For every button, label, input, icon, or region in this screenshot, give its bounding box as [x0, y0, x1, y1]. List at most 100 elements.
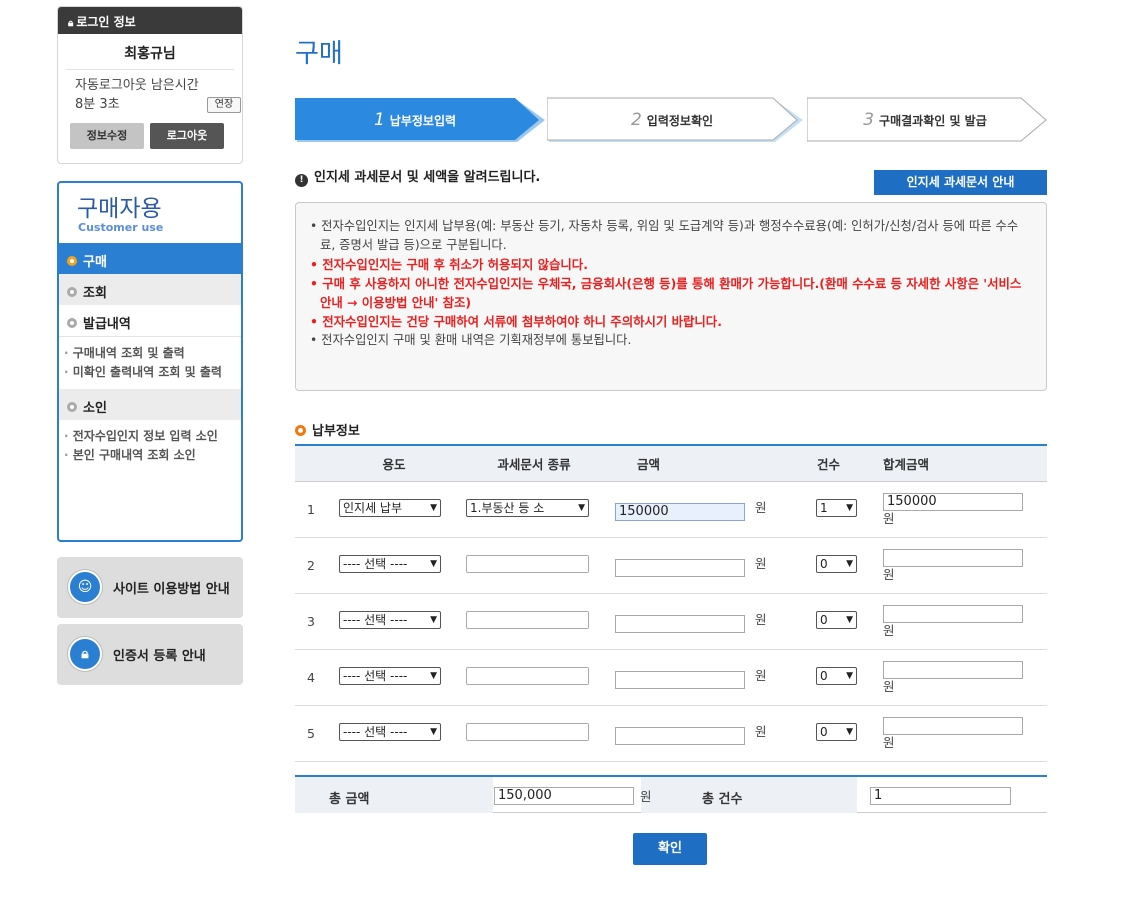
tax-document-guide-button[interactable]: 인지세 과세문서 안내 [874, 170, 1047, 195]
amount-unit: 원 [754, 556, 767, 572]
page-title: 구매 [295, 39, 343, 69]
submenu-item-own-history-seal[interactable]: 본인 구매내역 조회 소인 [64, 447, 241, 464]
total-amount-label: 총 금액 [329, 792, 370, 807]
submenu-item-purchase-history[interactable]: 구매내역 조회 및 출력 [64, 345, 241, 362]
extend-session-button[interactable]: 연장 [207, 97, 241, 113]
row-number: 4 [307, 669, 315, 685]
payment-table: 용도 과세문서 종류 금액 건수 합계금액 1 인지세 납부 ▼ 1.부동산 등 소 ▼… [295, 444, 1047, 762]
column-header: 금액 [637, 456, 661, 472]
sidebar-item-label: 조회 [83, 286, 107, 301]
chevron-down-icon: ▼ [846, 558, 853, 569]
doc-type-select[interactable] [466, 666, 589, 685]
step-label: 구매결과확인 및 발급 [879, 114, 987, 128]
cert-register-guide-label: 인증서 등록 안내 [113, 649, 206, 664]
table-row: 4 ---- 선택 ---- ▼ 원 0 ▼ 원 [295, 649, 1047, 705]
purpose-select[interactable]: ---- 선택 ---- ▼ [339, 610, 441, 629]
doc-type-select-value: 1.부동산 등 소 [470, 500, 545, 515]
step-number: 2 [630, 110, 642, 130]
edit-profile-button[interactable]: 정보수정 [70, 123, 144, 149]
total-count-field: 1 [870, 787, 1011, 805]
count-select[interactable]: 0 ▼ [816, 554, 857, 573]
row-number: 5 [307, 725, 315, 741]
submenu-item-unconfirmed-history[interactable]: 미확인 출력내역 조회 및 출력 [64, 364, 241, 381]
row-total-field [883, 548, 1023, 567]
logout-button[interactable]: 로그아웃 [150, 123, 224, 149]
count-select-value: 0 [820, 668, 828, 683]
notice-line-warning: 전자수입인지는 건당 구매하여 서류에 첨부하여야 하니 주의하시기 바랍니다. [310, 312, 1030, 331]
chevron-down-icon: ▼ [846, 502, 853, 513]
total-amount-unit: 원 [640, 789, 652, 804]
amount-unit: 원 [754, 724, 767, 740]
purpose-select-value: ---- 선택 ---- [343, 724, 408, 739]
notice-line: 전자수입인지 구매 및 환매 내역은 기획재정부에 통보됩니다. [310, 331, 1030, 350]
step-1: 1 납부정보입력 [295, 96, 555, 144]
count-select-value: 0 [820, 724, 828, 739]
row-total-field: 150000 [883, 492, 1023, 511]
amount-unit: 원 [754, 612, 767, 628]
count-select-value: 1 [820, 500, 828, 515]
step-number: 1 [373, 110, 385, 130]
purpose-select[interactable]: ---- 선택 ---- ▼ [339, 666, 441, 685]
chevron-down-icon: ▼ [430, 670, 437, 681]
amount-input[interactable] [615, 670, 745, 689]
amount-input[interactable] [615, 558, 745, 577]
sidebar-item-issue-history[interactable]: 발급내역 [59, 305, 241, 336]
site-usage-guide-button[interactable]: ☺ 사이트 이용방법 안내 [57, 557, 243, 618]
amount-input[interactable]: 150000 [615, 502, 745, 521]
sidebar-item-label: 구매 [83, 255, 107, 270]
notice-line: 전자수입인지는 인지세 납부용(예: 부동산 등기, 자동차 등록, 위임 및 … [310, 217, 1030, 255]
column-header-no [295, 445, 329, 481]
lock-icon: 🔒︎ [68, 637, 102, 671]
row-total-field [883, 660, 1023, 679]
payment-heading-text: 납부정보 [312, 424, 360, 439]
site-usage-guide-label: 사이트 이용방법 안내 [113, 582, 230, 597]
row-total-unit: 원 [883, 622, 895, 638]
count-select-value: 0 [820, 612, 828, 627]
amount-input[interactable] [615, 614, 745, 633]
table-row: 1 인지세 납부 ▼ 1.부동산 등 소 ▼ 150000 원 1 ▼ 150000 원 [295, 481, 1047, 537]
lock-icon: 🔒︎ [68, 18, 74, 29]
exclamation-icon: ! [295, 174, 308, 187]
chevron-down-icon: ▼ [578, 502, 585, 513]
amount-unit: 원 [754, 500, 767, 516]
sidebar-item-inquiry[interactable]: 조회 [59, 274, 241, 305]
chevron-down-icon: ▼ [846, 614, 853, 625]
purpose-select[interactable]: ---- 선택 ---- ▼ [339, 554, 441, 573]
count-select[interactable]: 0 ▼ [816, 722, 857, 741]
step-2: 2 입력정보확인 [547, 96, 809, 144]
purpose-select-value: ---- 선택 ---- [343, 612, 408, 627]
submenu-item-stamp-info-seal[interactable]: 전자수입인지 정보 입력 소인 [64, 428, 241, 445]
doc-type-select[interactable] [466, 610, 589, 629]
amount-input[interactable] [615, 726, 745, 745]
column-header: 용도 [382, 456, 406, 472]
row-total-unit: 원 [883, 510, 895, 526]
sidebar-item-purchase[interactable]: 구매 [59, 243, 241, 274]
step-number: 3 [863, 110, 875, 130]
count-select[interactable]: 0 ▼ [816, 666, 857, 685]
confirm-button[interactable]: 확인 [633, 833, 707, 865]
doc-type-select[interactable] [466, 554, 589, 573]
row-total-field [883, 716, 1023, 735]
chevron-down-icon: ▼ [430, 502, 437, 513]
table-row: 3 ---- 선택 ---- ▼ 원 0 ▼ 원 [295, 593, 1047, 649]
count-select[interactable]: 1 ▼ [816, 498, 857, 517]
sidebar-item-seal[interactable]: 소인 [59, 389, 241, 420]
purpose-select-value: ---- 선택 ---- [343, 668, 408, 683]
doc-type-select[interactable] [466, 722, 589, 741]
circle-bullet-icon [295, 425, 306, 436]
sidebar-title: 구매자용 [77, 196, 162, 222]
notice-heading-text: 인지세 과세문서 및 세액을 알려드립니다. [314, 170, 541, 185]
chevron-down-icon: ▼ [430, 558, 437, 569]
step-label: 입력정보확인 [646, 114, 714, 128]
login-header-label: 로그인 정보 [76, 15, 136, 29]
sidebar-item-label: 발급내역 [83, 317, 131, 332]
row-number: 3 [307, 613, 315, 629]
purpose-select[interactable]: ---- 선택 ---- ▼ [339, 722, 441, 741]
count-select[interactable]: 0 ▼ [816, 610, 857, 629]
cert-register-guide-button[interactable]: 🔒︎ 인증서 등록 안내 [57, 624, 243, 685]
column-header: 건수 [817, 456, 841, 472]
row-number: 1 [307, 501, 315, 517]
doc-type-select[interactable]: 1.부동산 등 소 ▼ [466, 498, 589, 517]
purpose-select[interactable]: 인지세 납부 ▼ [339, 498, 441, 517]
step-3: 3 구매결과확인 및 발급 [807, 96, 1047, 144]
